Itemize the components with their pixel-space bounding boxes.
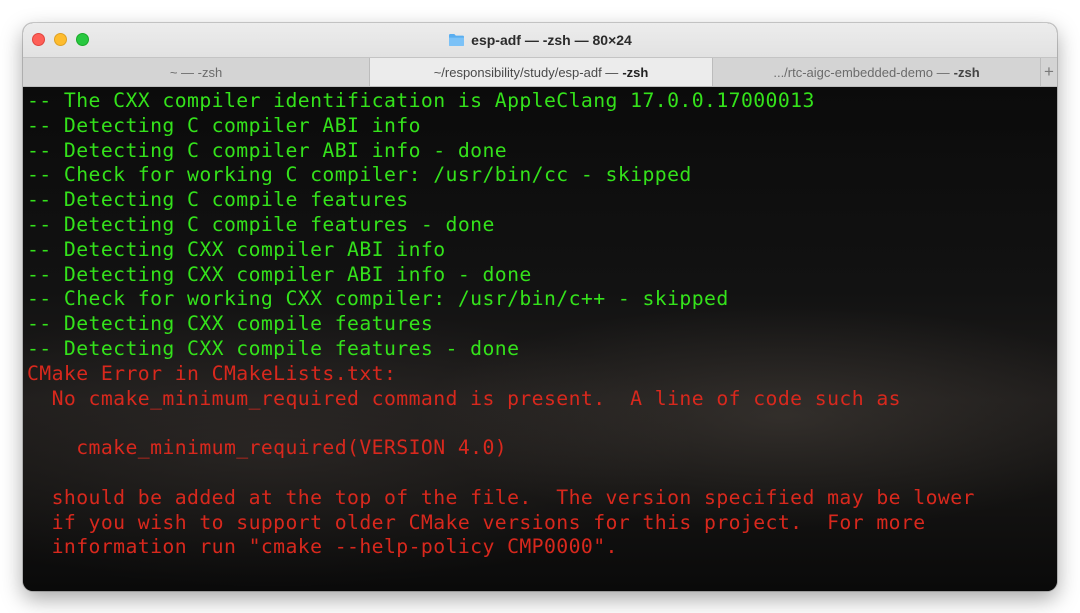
error-line: CMake Error in CMakeLists.txt: — [27, 361, 397, 385]
tab-home-zsh[interactable]: ~ — -zsh — [23, 58, 370, 86]
output-line: -- Detecting C compile features — [27, 188, 409, 212]
tab-bar: ~ — -zsh ~/responsibility/study/esp-adf … — [23, 57, 1057, 87]
tab-label: .../rtc-aigc-embedded-demo — — [773, 64, 950, 80]
error-line — [27, 411, 1057, 436]
terminal-output[interactable]: -- The CXX compiler identification is Ap… — [23, 87, 1057, 591]
folder-icon — [449, 34, 465, 46]
terminal-window: esp-adf — -zsh — 80×24 ~ — -zsh ~/respon… — [23, 23, 1057, 591]
close-button[interactable] — [32, 33, 45, 46]
window-title-text: esp-adf — -zsh — 80×24 — [471, 32, 632, 48]
tab-process-name: -zsh — [953, 64, 980, 80]
tab-process-name: -zsh — [622, 64, 649, 80]
error-line: information run "cmake --help-policy CMP… — [27, 535, 618, 559]
minimize-button[interactable] — [54, 33, 67, 46]
output-line: -- Detecting CXX compiler ABI info — [27, 237, 446, 261]
error-line: if you wish to support older CMake versi… — [27, 510, 926, 534]
output-line: -- Detecting C compile features - done — [27, 212, 495, 236]
tab-esp-adf-zsh[interactable]: ~/responsibility/study/esp-adf — -zsh — [370, 58, 713, 86]
error-line: should be added at the top of the file. … — [27, 485, 975, 509]
new-tab-button[interactable]: + — [1041, 58, 1057, 86]
output-line: -- Check for working C compiler: /usr/bi… — [27, 163, 692, 187]
output-line: -- Detecting CXX compile features - done — [27, 336, 520, 360]
tab-label: ~/responsibility/study/esp-adf — — [433, 64, 619, 80]
tab-rtc-aigc-zsh[interactable]: .../rtc-aigc-embedded-demo — -zsh — [713, 58, 1041, 86]
error-line — [27, 461, 1057, 486]
output-line: -- Check for working CXX compiler: /usr/… — [27, 287, 729, 311]
title-bar[interactable]: esp-adf — -zsh — 80×24 — [23, 23, 1057, 57]
window-controls — [32, 33, 89, 46]
output-line: -- Detecting C compiler ABI info — [27, 113, 421, 137]
output-line: -- Detecting CXX compile features — [27, 312, 434, 336]
error-line: No cmake_minimum_required command is pre… — [27, 386, 901, 410]
output-line: -- The CXX compiler identification is Ap… — [27, 89, 815, 112]
zoom-button[interactable] — [76, 33, 89, 46]
error-line: cmake_minimum_required(VERSION 4.0) — [27, 436, 508, 460]
window-title: esp-adf — -zsh — 80×24 — [448, 32, 632, 48]
tab-label: ~ — -zsh — [169, 64, 223, 80]
output-line: -- Detecting CXX compiler ABI info - don… — [27, 262, 532, 286]
output-line: -- Detecting C compiler ABI info - done — [27, 138, 508, 162]
